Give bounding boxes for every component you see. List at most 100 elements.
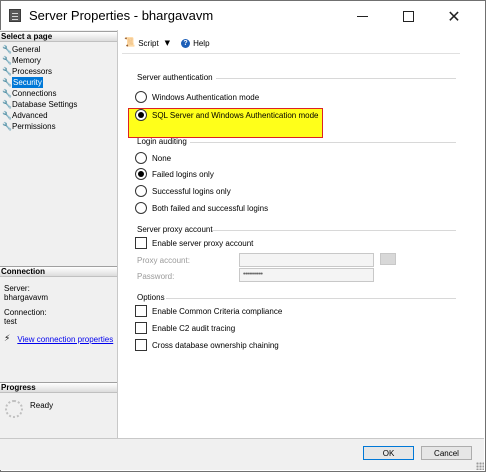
- connection-label: Connection:: [4, 308, 47, 317]
- enable-proxy-checkbox[interactable]: [135, 237, 147, 249]
- windows-auth-option[interactable]: Windows Authentication mode: [135, 91, 259, 103]
- toolbar-divider: [122, 53, 460, 54]
- page-item-label: Processors: [12, 67, 53, 76]
- maximize-icon: [402, 10, 414, 22]
- close-icon: ✕: [447, 6, 461, 26]
- cancel-button[interactable]: Cancel: [421, 446, 472, 460]
- group-rule: [212, 230, 456, 231]
- audit-successful-option[interactable]: Successful logins only: [135, 185, 231, 197]
- help-button[interactable]: ? Help: [181, 38, 210, 48]
- server-label: Server:: [4, 284, 30, 293]
- server-value: bhargavavm: [4, 293, 49, 302]
- progress-spinner-icon: [5, 400, 23, 418]
- radio-label: Windows Authentication mode: [152, 92, 260, 102]
- proxy-account-field[interactable]: [239, 253, 374, 267]
- options-group: Options: [137, 293, 165, 302]
- help-label: Help: [193, 38, 210, 48]
- minimize-button[interactable]: [339, 1, 385, 31]
- connection-info: Server: bhargavavm Connection: test: [4, 284, 48, 326]
- checkbox-label: Cross database ownership chaining: [152, 340, 279, 350]
- enable-proxy-option[interactable]: Enable server proxy account: [135, 237, 253, 249]
- maximize-button[interactable]: [385, 1, 431, 31]
- page-item-general[interactable]: 🔧 General: [2, 44, 77, 55]
- connection-icon: ⚡: [4, 334, 11, 344]
- wrench-icon: 🔧: [2, 122, 12, 131]
- wrench-icon: 🔧: [2, 67, 12, 76]
- checkbox-label: Enable Common Criteria compliance: [152, 306, 283, 316]
- page-item-permissions[interactable]: 🔧 Permissions: [2, 121, 77, 132]
- audit-both-option[interactable]: Both failed and successful logins: [135, 202, 268, 214]
- page-item-label: Database Settings: [12, 100, 78, 109]
- windows-auth-radio[interactable]: [135, 91, 147, 103]
- audit-both-radio[interactable]: [135, 202, 147, 214]
- audit-failed-option[interactable]: Failed logins only: [135, 168, 214, 180]
- window-title: Server Properties - bhargavavm: [29, 8, 214, 23]
- common-criteria-checkbox[interactable]: [135, 305, 147, 317]
- audit-none-radio[interactable]: [135, 152, 147, 164]
- page-list: 🔧 General 🔧 Memory 🔧 Processors 🔧 Security 🔧…: [2, 44, 77, 132]
- ok-button[interactable]: OK: [363, 446, 414, 460]
- help-icon: ?: [181, 38, 191, 48]
- login-auditing-group: Login auditing: [137, 137, 187, 146]
- audit-none-option[interactable]: None: [135, 152, 171, 164]
- common-criteria-option[interactable]: Enable Common Criteria compliance: [135, 305, 282, 317]
- page-item-label: Permissions: [12, 122, 56, 131]
- group-label: Server authentication: [137, 73, 213, 82]
- group-label: Login auditing: [137, 137, 187, 146]
- close-button[interactable]: ✕: [431, 1, 477, 31]
- proxy-browse-button[interactable]: [380, 253, 396, 265]
- page-item-memory[interactable]: 🔧 Memory: [2, 55, 77, 66]
- dropdown-arrow-icon[interactable]: ▼: [165, 39, 170, 47]
- page-item-connections[interactable]: 🔧 Connections: [2, 88, 77, 99]
- radio-label: SQL Server and Windows Authentication mo…: [152, 110, 319, 120]
- page-item-processors[interactable]: 🔧 Processors: [2, 66, 77, 77]
- radio-label: None: [152, 153, 172, 163]
- wrench-icon: 🔧: [2, 56, 12, 65]
- password-label: Password:: [137, 272, 175, 281]
- radio-label: Successful logins only: [152, 186, 231, 196]
- page-item-label: Connections: [12, 89, 57, 98]
- page-item-label: Security: [12, 77, 43, 88]
- group-label: Server proxy account: [137, 225, 213, 234]
- page-item-label: Memory: [12, 56, 41, 65]
- cross-db-chaining-checkbox[interactable]: [135, 339, 147, 351]
- c2-audit-checkbox[interactable]: [135, 322, 147, 334]
- page-item-database-settings[interactable]: 🔧 Database Settings: [2, 99, 77, 110]
- password-field[interactable]: ••••••••••: [239, 268, 374, 282]
- radio-label: Both failed and successful logins: [152, 203, 269, 213]
- group-rule: [216, 78, 456, 79]
- checkbox-label: Enable C2 audit tracing: [152, 323, 236, 333]
- radio-label: Failed logins only: [152, 169, 214, 179]
- proxy-account-group: Server proxy account: [137, 225, 213, 234]
- view-connection-link[interactable]: View connection properties: [17, 335, 113, 344]
- wrench-icon: 🔧: [2, 89, 12, 98]
- wrench-icon: 🔧: [2, 45, 12, 54]
- server-authentication-group: Server authentication: [137, 73, 213, 82]
- wrench-icon: 🔧: [2, 100, 12, 109]
- group-label: Options: [137, 293, 165, 302]
- script-label: Script: [138, 38, 159, 48]
- mixed-auth-option[interactable]: SQL Server and Windows Authentication mo…: [135, 109, 318, 121]
- checkbox-label: Enable server proxy account: [152, 238, 254, 248]
- mixed-auth-radio[interactable]: [135, 109, 147, 121]
- progress-status: Ready: [30, 401, 54, 410]
- view-connection-properties[interactable]: ⚡ View connection properties: [4, 334, 113, 344]
- title-bar: Server Properties - bhargavavm ✕: [1, 1, 485, 31]
- script-button[interactable]: 📜 Script ▼: [124, 38, 173, 48]
- script-icon: 📜: [124, 38, 136, 48]
- audit-failed-radio[interactable]: [135, 168, 147, 180]
- proxy-account-label: Proxy account:: [137, 256, 190, 265]
- page-item-security[interactable]: 🔧 Security: [2, 77, 77, 88]
- minimize-icon: [356, 15, 368, 17]
- group-rule: [166, 298, 456, 299]
- select-page-header: Select a page: [0, 31, 117, 42]
- page-item-advanced[interactable]: 🔧 Advanced: [2, 110, 77, 121]
- resize-grip-icon[interactable]: [476, 462, 484, 470]
- audit-successful-radio[interactable]: [135, 185, 147, 197]
- connection-header: Connection: [0, 266, 117, 277]
- toolbar: 📜 Script ▼ ? Help: [124, 36, 218, 50]
- server-app-icon: [9, 9, 21, 22]
- wrench-icon: 🔧: [2, 78, 12, 87]
- c2-audit-option[interactable]: Enable C2 audit tracing: [135, 322, 235, 334]
- cross-db-chaining-option[interactable]: Cross database ownership chaining: [135, 339, 279, 351]
